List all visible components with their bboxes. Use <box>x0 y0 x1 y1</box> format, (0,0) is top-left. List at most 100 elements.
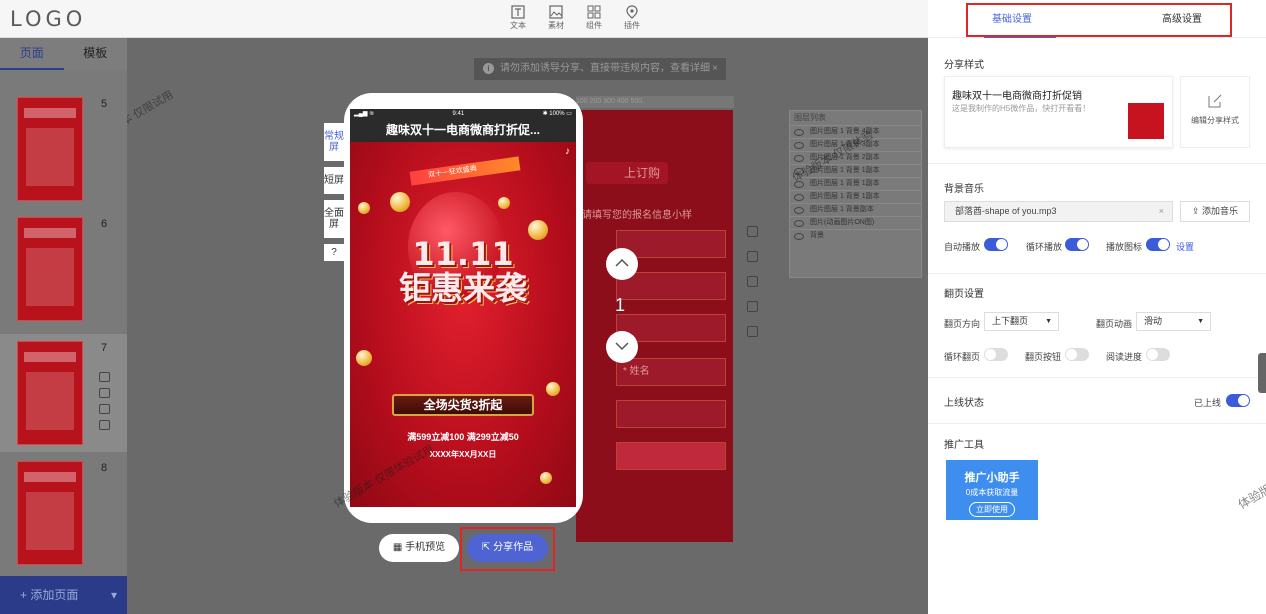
auto-play-toggle[interactable] <box>984 238 1008 251</box>
clear-music-icon[interactable]: × <box>1159 202 1164 221</box>
screen-mode-tabs: 常规屏 短屏 全面屏 ? <box>324 123 344 267</box>
share-work-button[interactable]: ⇱ 分享作品 <box>467 534 548 562</box>
flip-animation-label: 翻页动画 <box>1096 319 1133 329</box>
side-drawer-handle[interactable] <box>1258 353 1266 393</box>
plugin-icon <box>626 5 638 19</box>
promo-assistant-card[interactable]: 推广小助手 0成本获取流量 立即使用 <box>946 460 1038 520</box>
flip-direction-select[interactable]: 上下翻页 ▼ <box>984 312 1059 331</box>
edit-share-style-button[interactable]: 编辑分享样式 <box>1180 76 1250 148</box>
form-subtitle: 请填写您的报名信息小样 <box>582 210 692 221</box>
tab-normal-screen[interactable]: 常规屏 <box>324 123 344 161</box>
page-thumbnail-row[interactable]: 6 <box>0 210 127 328</box>
chevron-up-icon <box>615 258 629 267</box>
edit-icon <box>1208 94 1222 108</box>
flip-animation-select[interactable]: 滑动 ▼ <box>1136 312 1211 331</box>
online-status-toggle[interactable] <box>1226 394 1250 407</box>
layer-list-title: 图层列表 <box>794 113 826 122</box>
ruler: 100 200 300 400 500 <box>576 96 734 108</box>
duplicate-page-icon[interactable] <box>99 388 110 398</box>
share-card-title: 趣味双十一电商微商打折促销 <box>952 91 1082 102</box>
grid-icon[interactable] <box>747 276 758 287</box>
app-logo: LOGO <box>10 7 87 31</box>
top-bar: LOGO 文本 素材 组件 插件 <box>0 0 928 38</box>
toolbar-material-button[interactable]: 素材 <box>544 5 568 31</box>
flip-button-toggle[interactable] <box>1065 348 1089 361</box>
headline-text: 钜惠来袭 <box>398 269 527 307</box>
flip-animation-value: 滑动 <box>1144 316 1163 326</box>
phone-preview-button[interactable]: ▦ 手机预览 <box>379 534 459 562</box>
editing-page-backdrop: 上订购 请填写您的报名信息小样 * 姓名 <box>576 110 733 542</box>
promo-text: 满599立减100 满299立减50 <box>407 432 519 442</box>
toolbar-text-button[interactable]: 文本 <box>506 5 530 31</box>
tab-full-screen[interactable]: 全面屏 <box>324 200 344 238</box>
previous-page-button[interactable] <box>606 248 638 280</box>
layer-row[interactable]: 背景 <box>790 229 921 242</box>
bring-front-icon[interactable] <box>747 226 758 237</box>
help-icon[interactable]: ? <box>324 244 344 261</box>
phone-preview-label: 手机预览 <box>405 542 446 553</box>
toolbar-plugin-label: 插件 <box>624 21 640 30</box>
page-thumbnail-row[interactable]: 8 <box>0 454 127 572</box>
tab-short-screen[interactable]: 短屏 <box>324 167 344 194</box>
flip-settings-title: 翻页设置 <box>944 289 984 300</box>
flip-button-label: 翻页按钮 <box>1025 352 1062 362</box>
toolbar-component-button[interactable]: 组件 <box>582 5 606 31</box>
form-field <box>616 272 726 300</box>
page-thumbnail[interactable] <box>17 217 83 321</box>
add-icon[interactable] <box>747 326 758 337</box>
music-title: 背景音乐 <box>944 184 984 195</box>
add-page-button[interactable]: + 添加页面 ▾ <box>0 576 127 614</box>
close-icon[interactable]: × <box>712 58 718 80</box>
copy-page-icon[interactable] <box>99 372 110 382</box>
ribbon-banner: 双十一狂欢盛典 <box>409 156 521 186</box>
tab-pages[interactable]: 页面 <box>0 38 64 70</box>
page-number: 7 <box>101 342 108 354</box>
loop-play-toggle[interactable] <box>1065 238 1089 251</box>
layer-icon[interactable] <box>747 251 758 262</box>
flip-direction-value: 上下翻页 <box>992 316 1029 326</box>
layer-row[interactable]: 图片(动画图片ON图) <box>790 216 921 229</box>
signal-icon: ▂▄▆ ≋ <box>354 111 375 117</box>
tab-basic-settings[interactable]: 基础设置 <box>976 8 1048 32</box>
tab-templates[interactable]: 模板 <box>64 38 128 70</box>
add-page-label: + 添加页面 <box>20 588 79 602</box>
music-settings-link[interactable]: 设置 <box>1176 240 1194 253</box>
page-thumbnail[interactable] <box>17 461 83 565</box>
layer-row[interactable]: 图片图层 1 背景 1副本 <box>790 190 921 203</box>
next-page-button[interactable] <box>606 331 638 363</box>
page-thumbnail-row-selected[interactable]: 7 <box>0 334 127 452</box>
caret-down-icon: ▼ <box>1045 318 1052 325</box>
use-now-button[interactable]: 立即使用 <box>969 502 1015 517</box>
toolbar-material-label: 素材 <box>548 21 564 30</box>
gold-ball <box>356 350 372 366</box>
loop-flip-toggle[interactable] <box>984 348 1008 361</box>
layer-row[interactable]: 图片图层 1 背景副本 <box>790 203 921 216</box>
delete-page-icon[interactable] <box>99 420 110 430</box>
settings-panel: 基础设置 高级设置 分享样式 趣味双十一电商微商打折促销 这是我制作的H5微作品… <box>928 0 1266 614</box>
page-thumbnail[interactable] <box>17 341 83 445</box>
gold-ball <box>358 202 370 214</box>
align-tools <box>747 226 758 337</box>
editor-canvas: i 请勿添加诱导分享、直接带违规内容，查看详细 × 100 200 300 40… <box>127 38 928 614</box>
chevron-down-icon[interactable]: ▾ <box>111 576 117 614</box>
online-status-value: 已上线 <box>1194 398 1222 408</box>
music-file-field[interactable]: 部落酋-shape of you.mp3 × <box>944 201 1173 222</box>
page-settings-icon[interactable] <box>99 404 110 414</box>
tab-advanced-settings[interactable]: 高级设置 <box>1146 8 1218 32</box>
page-thumbnail[interactable] <box>17 97 83 201</box>
notice-text: 请勿添加诱导分享、直接带违规内容，查看详细 <box>500 63 710 74</box>
frame-icon[interactable] <box>747 301 758 312</box>
form-field <box>616 400 726 428</box>
compliance-notice: i 请勿添加诱导分享、直接带违规内容，查看详细 × <box>474 58 726 80</box>
settings-tabs: 基础设置 高级设置 <box>928 0 1266 38</box>
chevron-down-icon <box>615 342 629 351</box>
reading-progress-toggle[interactable] <box>1146 348 1170 361</box>
toolbar-plugin-button[interactable]: 插件 <box>620 5 644 31</box>
insert-toolbar: 文本 素材 组件 插件 <box>506 5 644 31</box>
layer-row[interactable]: 图片图层 1 背景 1副本 <box>790 177 921 190</box>
component-icon <box>587 5 601 19</box>
battery-icon: ✱ 100% ▭ <box>542 111 572 117</box>
play-icon-toggle[interactable] <box>1146 238 1170 251</box>
page-thumbnail-row[interactable]: 5 <box>0 90 127 208</box>
add-music-button[interactable]: ⇪ 添加音乐 <box>1180 201 1250 222</box>
